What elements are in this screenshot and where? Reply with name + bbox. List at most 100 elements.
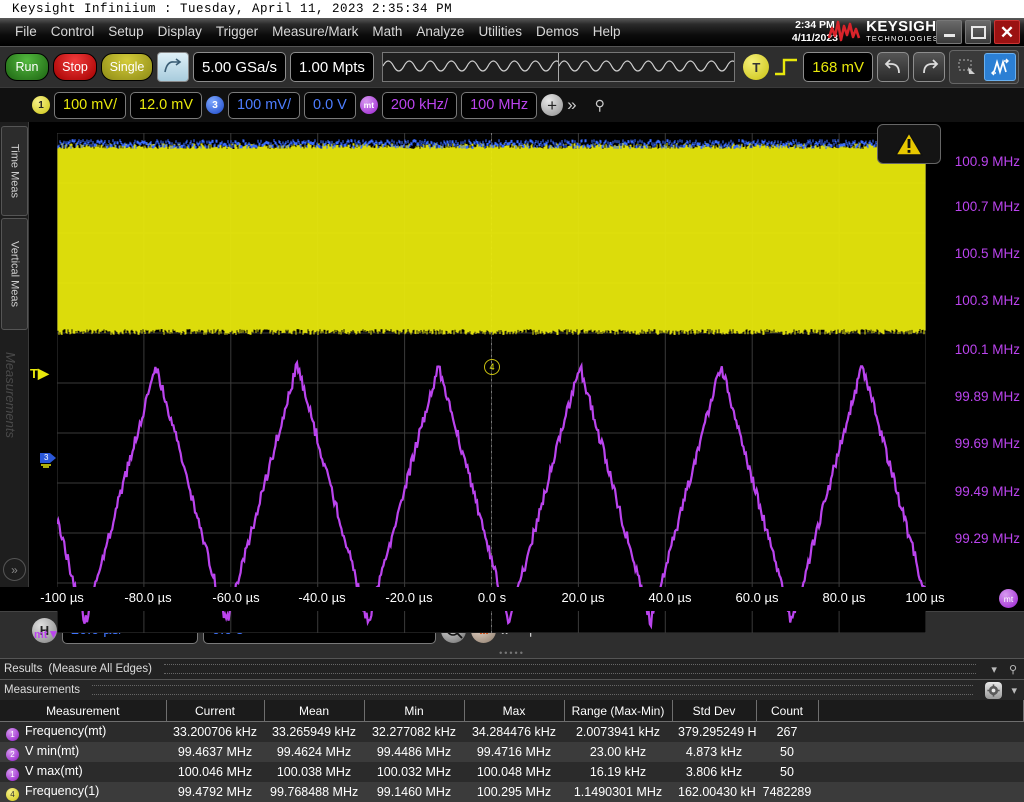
row-blank: [818, 742, 1024, 762]
table-row[interactable]: 4 Frequency(1) 99.4792 MHz 99.768488 MHz …: [0, 782, 1024, 802]
menu-item-measure-mark[interactable]: Measure/Mark: [265, 18, 365, 46]
results-collapse-icon[interactable]: ▾: [988, 663, 1000, 676]
menu-item-demos[interactable]: Demos: [529, 18, 586, 46]
side-tab-vertical-meas-label: Vertical Meas: [8, 240, 21, 308]
window-title-bar: Keysight Infiniium : Tuesday, April 11, …: [0, 0, 1024, 18]
mt-scale-field[interactable]: 200 kHz/: [381, 91, 458, 119]
side-tab-vertical-meas[interactable]: Vertical Meas: [1, 218, 28, 330]
mt-offset-marker[interactable]: mt▼: [34, 627, 59, 641]
waveform-navigate-button[interactable]: [984, 53, 1016, 81]
undo-button[interactable]: [877, 52, 909, 82]
table-row[interactable]: 1 V max(mt) 100.046 MHz 100.038 MHz 100.0…: [0, 762, 1024, 782]
waveform-position-strip[interactable]: [381, 52, 739, 82]
row-max: 34.284476 kHz: [471, 725, 557, 739]
channel-3-badge[interactable]: 3: [206, 96, 224, 114]
channel-1-offset-value: 12.0 mV: [139, 97, 193, 113]
warning-triangle-icon: [895, 132, 923, 156]
column-header-mean[interactable]: Mean: [264, 700, 365, 722]
channel-1-badge[interactable]: 1: [32, 96, 50, 114]
sample-rate-field[interactable]: 5.00 GSa/s: [193, 52, 287, 82]
menu-item-display[interactable]: Display: [151, 18, 209, 46]
menu-item-control[interactable]: Control: [44, 18, 102, 46]
menu-item-setup[interactable]: Setup: [101, 18, 150, 46]
channel-3-scale-field[interactable]: 100 mV/: [228, 91, 300, 119]
freq-tick-5: 99.89 MHz: [954, 389, 1020, 404]
trigger-level-marker[interactable]: T▶: [30, 365, 49, 382]
channel-1-offset-field[interactable]: 12.0 mV: [130, 91, 202, 119]
table-header-row: Measurement Current Mean Min Max Range (…: [0, 700, 1024, 722]
channel-1-scale-field[interactable]: 100 mV/: [54, 91, 126, 119]
freq-tick-6: 99.69 MHz: [954, 436, 1020, 451]
menu-item-help[interactable]: Help: [586, 18, 628, 46]
column-header-range[interactable]: Range (Max-Min): [564, 700, 673, 722]
mt-offset-field[interactable]: 100 MHz: [461, 91, 538, 119]
single-button[interactable]: Single: [101, 53, 153, 81]
row-marker-badge: 4: [6, 787, 19, 801]
side-tab-time-meas[interactable]: Time Meas: [1, 126, 28, 216]
autoscale-icon: [164, 58, 182, 73]
mt-axis-badge[interactable]: mt: [999, 589, 1018, 608]
minimize-button[interactable]: [936, 20, 962, 44]
results-panel-header: Results (Measure All Edges) ▾ ⚲: [0, 658, 1024, 679]
panel-resize-grip[interactable]: •••••: [0, 648, 1024, 658]
time-tick-5: 0.0 s: [477, 590, 507, 605]
channel-4-marker[interactable]: 4: [484, 359, 500, 375]
trigger-level-value: 168 mV: [812, 58, 864, 76]
menu-item-file[interactable]: File: [8, 18, 44, 46]
column-header-max[interactable]: Max: [464, 700, 565, 722]
row-count: 50: [780, 745, 794, 759]
results-pin-icon[interactable]: ⚲: [1006, 663, 1020, 676]
menu-item-math[interactable]: Math: [365, 18, 409, 46]
column-header-count[interactable]: Count: [756, 700, 819, 722]
row-marker-badge: 1: [6, 727, 19, 741]
redo-button[interactable]: [913, 52, 945, 82]
add-channel-button[interactable]: +: [541, 94, 564, 116]
ground-reference-marker[interactable]: 3: [38, 447, 60, 474]
row-range: 23.00 kHz: [589, 745, 647, 759]
measurements-gear-button[interactable]: [985, 681, 1003, 699]
measurements-table: Measurement Current Mean Min Max Range (…: [0, 700, 1024, 802]
measurements-divider: [92, 685, 974, 695]
autoscale-button[interactable]: [157, 52, 189, 82]
channel-pin-icon[interactable]: ⚲: [595, 97, 605, 114]
warning-indicator[interactable]: [877, 124, 941, 164]
table-row[interactable]: 1 Frequency(mt) 33.200706 kHz 33.265949 k…: [0, 721, 1024, 742]
column-header-current[interactable]: Current: [166, 700, 265, 722]
side-expand-button[interactable]: »: [3, 558, 26, 581]
row-stddev: 162.00430 kH: [678, 785, 756, 799]
row-measurement-name: Frequency(1): [25, 783, 100, 798]
table-row[interactable]: 2 V min(mt) 99.4637 MHz 99.4624 MHz 99.44…: [0, 742, 1024, 762]
row-range: 1.1490301 MHz: [573, 785, 663, 799]
menu-item-analyze[interactable]: Analyze: [409, 18, 471, 46]
window-controls: ✕: [936, 20, 1020, 44]
trigger-level-field[interactable]: 168 mV: [803, 52, 873, 82]
scope-display-area[interactable]: Time Meas Vertical Meas Measurements » 1…: [0, 122, 1024, 641]
close-button[interactable]: ✕: [994, 20, 1020, 44]
mt-function-badge[interactable]: mt: [359, 96, 378, 114]
column-header-measurement[interactable]: Measurement: [0, 700, 167, 722]
row-range: 16.19 kHz: [589, 765, 647, 779]
freq-tick-4: 100.1 MHz: [954, 342, 1020, 357]
memory-depth-field[interactable]: 1.00 Mpts: [290, 52, 374, 82]
column-header-min[interactable]: Min: [364, 700, 465, 722]
stop-button[interactable]: Stop: [53, 53, 97, 81]
trigger-badge[interactable]: T: [743, 54, 770, 80]
trigger-edge-icon[interactable]: [773, 55, 799, 79]
row-mean: 100.038 MHz: [276, 765, 352, 779]
column-header-stddev[interactable]: Std Dev: [672, 700, 757, 722]
channel-3-offset-field[interactable]: 0.0 V: [304, 91, 356, 119]
menu-item-trigger[interactable]: Trigger: [209, 18, 265, 46]
row-stddev: 3.806 kHz: [685, 765, 743, 779]
row-mean: 33.265949 kHz: [271, 725, 357, 739]
sine-preview-icon-2: [558, 60, 739, 72]
waveform-plot[interactable]: [57, 133, 926, 633]
channel-more-icon[interactable]: »: [567, 95, 576, 115]
measurements-dropdown-icon[interactable]: ▾: [1008, 684, 1020, 697]
restore-button[interactable]: [965, 20, 991, 44]
run-button[interactable]: Run: [5, 53, 49, 81]
time-tick-9: 80.0 µs: [822, 590, 866, 605]
zone-trigger-button[interactable]: [952, 54, 982, 80]
row-min: 100.032 MHz: [376, 765, 452, 779]
restore-icon: [970, 25, 986, 39]
menu-item-utilities[interactable]: Utilities: [471, 18, 529, 46]
